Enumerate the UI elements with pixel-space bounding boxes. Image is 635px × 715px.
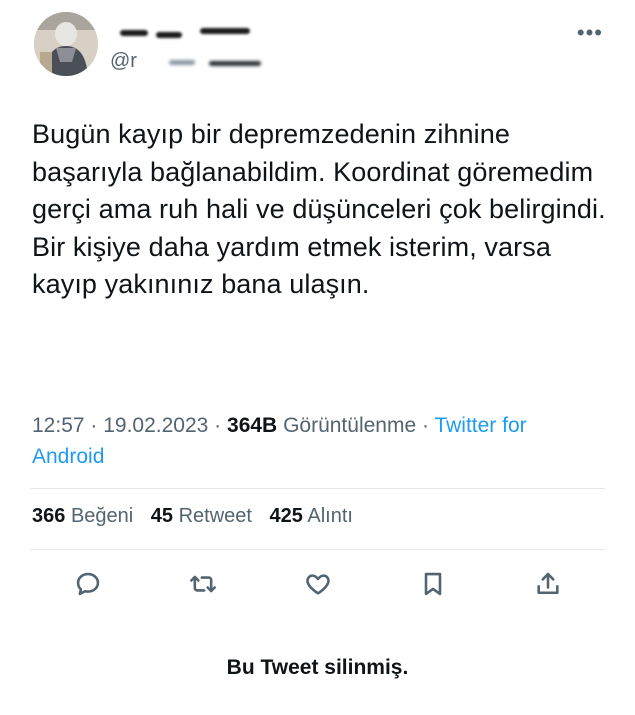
source-line-1: Twitter for	[434, 414, 527, 437]
bookmark-button[interactable]	[413, 564, 453, 604]
tweet-date[interactable]: 19.02.2023	[103, 414, 208, 437]
quotes-count: 425	[269, 505, 303, 527]
retweet-icon	[190, 575, 216, 593]
tweet-text: Bugün kayıp bir depremzedenin zihnine ba…	[32, 119, 606, 299]
username[interactable]: @r	[110, 50, 269, 73]
likes-stat[interactable]: 366 Beğeni	[32, 505, 133, 527]
display-name-redacted[interactable]	[110, 18, 270, 44]
source-line-2: Android	[32, 445, 105, 468]
share-icon	[537, 572, 559, 595]
reply-button[interactable]	[68, 564, 108, 604]
share-button[interactable]	[528, 564, 568, 604]
like-button[interactable]	[298, 564, 338, 604]
more-options-icon[interactable]: •••	[577, 20, 603, 46]
divider	[30, 488, 605, 489]
tweet-deleted-notice: Bu Tweet silinmiş.	[226, 656, 409, 679]
likes-label: Beğeni	[70, 505, 134, 527]
views-label: Görüntülenme	[283, 414, 417, 437]
bookmark-icon	[424, 572, 442, 596]
views-count: 364B	[227, 414, 278, 437]
action-bar	[0, 564, 635, 604]
retweets-label: Retweet	[178, 505, 252, 527]
reply-icon	[76, 572, 100, 596]
avatar-image	[34, 12, 98, 76]
quotes-label: Alıntı	[307, 505, 353, 527]
retweets-stat[interactable]: 45 Retweet	[151, 505, 252, 527]
like-icon	[306, 574, 330, 595]
tweet-meta: 12:57 · 19.02.2023 · 364B Görüntülenme ·…	[32, 414, 527, 468]
username-redacted	[139, 54, 269, 70]
engagement-stats: 366 Beğeni 45 Retweet 425 Alıntı	[32, 505, 353, 528]
username-prefix: @r	[110, 50, 137, 72]
retweets-count: 45	[150, 505, 174, 527]
tweet-time[interactable]: 12:57	[32, 414, 85, 437]
retweet-button[interactable]	[183, 564, 223, 604]
avatar[interactable]	[34, 12, 98, 76]
likes-count: 366	[32, 505, 66, 527]
quotes-stat[interactable]: 425 Alıntı	[270, 505, 353, 527]
divider	[30, 549, 605, 550]
